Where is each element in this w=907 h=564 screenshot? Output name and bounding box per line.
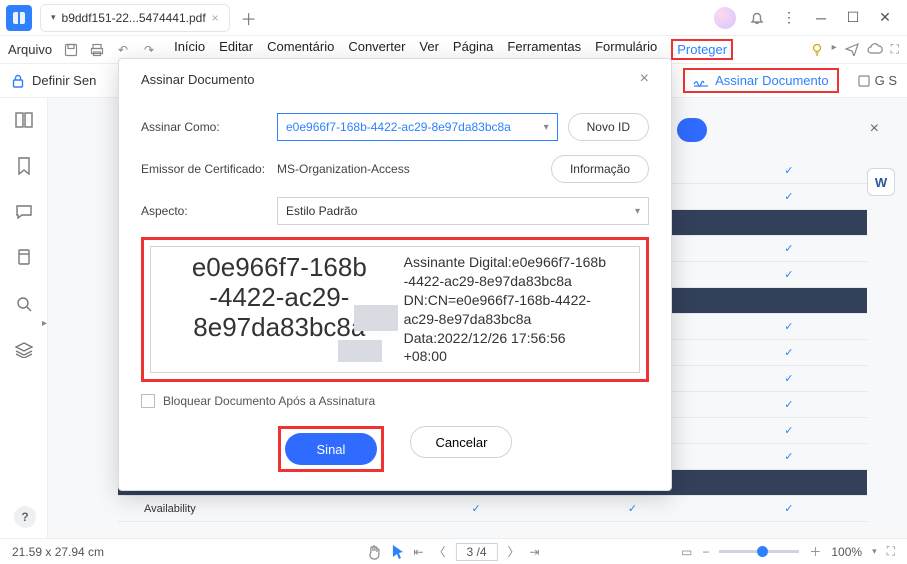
next-page-icon[interactable]: 〉	[508, 543, 520, 560]
zoom-in-icon[interactable]: ＋	[809, 543, 821, 560]
lightbulb-icon[interactable]	[810, 42, 824, 57]
word-export-badge[interactable]: W	[867, 168, 895, 196]
signature-icon	[693, 74, 709, 88]
issuer-label: Emissor de Certificado:	[141, 162, 267, 176]
sign-as-select[interactable]: e0e966f7-168b-4422-ac29-8e97da83bc8a ▾	[277, 113, 558, 141]
hand-tool-icon[interactable]	[367, 544, 381, 560]
define-password-label[interactable]: Definir Sen	[32, 73, 96, 88]
comments-icon[interactable]	[12, 200, 36, 224]
zoom-level[interactable]: 100%	[831, 545, 862, 559]
g-tool[interactable]: G S	[857, 73, 897, 88]
aspect-select[interactable]: Estilo Padrão ▾	[277, 197, 649, 225]
lock-document-label: Bloquear Documento Após a Assinatura	[163, 394, 375, 408]
dialog-title: Assinar Documento	[141, 72, 254, 87]
new-id-button[interactable]: Novo ID	[568, 113, 649, 141]
chevron-down-icon: ▾	[51, 12, 56, 23]
window-close-button[interactable]: ✕	[869, 2, 901, 34]
lock-icon	[10, 73, 26, 89]
tab-close-icon[interactable]: ×	[212, 11, 219, 25]
aspect-label: Aspecto:	[141, 204, 267, 218]
zoom-dropdown-icon[interactable]: ▾	[872, 546, 877, 557]
app-logo	[6, 5, 32, 31]
sign-as-label: Assinar Como:	[141, 120, 267, 134]
zoom-slider[interactable]	[719, 550, 799, 553]
expand-icon[interactable]: ⛶	[891, 42, 899, 57]
fullscreen-icon[interactable]: ⛶	[887, 544, 895, 559]
attachments-icon[interactable]	[12, 246, 36, 270]
signature-preview-highlight: e0e966f7-168b -4422-ac29- 8e97da83bc8a A…	[141, 237, 649, 382]
menu-comentario[interactable]: Comentário	[267, 39, 334, 60]
file-menu[interactable]: Arquivo	[8, 42, 52, 57]
page-dimensions: 21.59 x 27.94 cm	[12, 545, 104, 559]
menu-ver[interactable]: Ver	[419, 39, 439, 60]
window-minimize-button[interactable]: ─	[805, 2, 837, 34]
prev-page-icon[interactable]: 〈	[433, 543, 445, 560]
save-icon[interactable]	[60, 39, 82, 61]
new-tab-button[interactable]: ＋	[236, 5, 262, 31]
menu-converter[interactable]: Converter	[348, 39, 405, 60]
menu-editar[interactable]: Editar	[219, 39, 253, 60]
cancel-button[interactable]: Cancelar	[410, 426, 512, 458]
view-mode-icon[interactable]: ▭	[681, 545, 692, 559]
chevron-down-icon: ▾	[635, 206, 640, 217]
menu-pagina[interactable]: Página	[453, 39, 493, 60]
layers-icon[interactable]	[12, 338, 36, 362]
notifications-icon[interactable]	[741, 2, 773, 34]
info-button[interactable]: Informação	[551, 155, 649, 183]
last-page-icon[interactable]: ⇥	[530, 545, 540, 559]
thumbnails-icon[interactable]	[12, 108, 36, 132]
sign-document-label: Assinar Documento	[715, 73, 828, 88]
rail-expand-icon[interactable]: ▸	[42, 318, 47, 329]
user-avatar[interactable]	[709, 2, 741, 34]
document-tab[interactable]: ▾ b9ddf151-22...5474441.pdf ×	[40, 4, 230, 32]
window-maximize-button[interactable]: ☐	[837, 2, 869, 34]
help-button[interactable]: ?	[14, 506, 36, 528]
dialog-close-button[interactable]: ×	[640, 70, 649, 88]
table-row: Availability	[118, 503, 398, 515]
menu-proteger[interactable]: Proteger	[671, 39, 733, 60]
cloud-icon[interactable]	[867, 42, 883, 57]
sign-document-button[interactable]: Assinar Documento	[683, 68, 838, 93]
print-icon[interactable]	[86, 39, 108, 61]
issuer-value: MS-Organization-Access	[277, 162, 541, 176]
menu-inicio[interactable]: Início	[174, 39, 205, 60]
page-indicator[interactable]: 3 /4	[455, 543, 497, 561]
chevron-down-icon: ▾	[544, 122, 549, 133]
sign-document-dialog: Assinar Documento × Assinar Como: e0e966…	[118, 58, 672, 491]
bookmarks-icon[interactable]	[12, 154, 36, 178]
zoom-out-icon[interactable]: −	[702, 545, 709, 559]
menu-ferramentas[interactable]: Ferramentas	[507, 39, 581, 60]
tab-title: b9ddf151-22...5474441.pdf	[62, 11, 206, 25]
send-icon[interactable]	[845, 42, 859, 57]
first-page-icon[interactable]: ⇤	[413, 545, 423, 559]
menu-formulario[interactable]: Formulário	[595, 39, 657, 60]
search-icon[interactable]	[12, 292, 36, 316]
blue-indicator	[677, 118, 707, 142]
kebab-menu-icon[interactable]: ⋮	[773, 2, 805, 34]
panel-close-icon[interactable]: ×	[870, 120, 879, 138]
signature-preview: e0e966f7-168b -4422-ac29- 8e97da83bc8a A…	[150, 246, 640, 373]
sign-button[interactable]: Sinal	[285, 433, 378, 465]
chevron-icon[interactable]: ▸	[832, 42, 837, 57]
lock-document-checkbox[interactable]	[141, 394, 155, 408]
select-tool-icon[interactable]	[391, 544, 403, 560]
sign-button-highlight: Sinal	[278, 426, 385, 472]
